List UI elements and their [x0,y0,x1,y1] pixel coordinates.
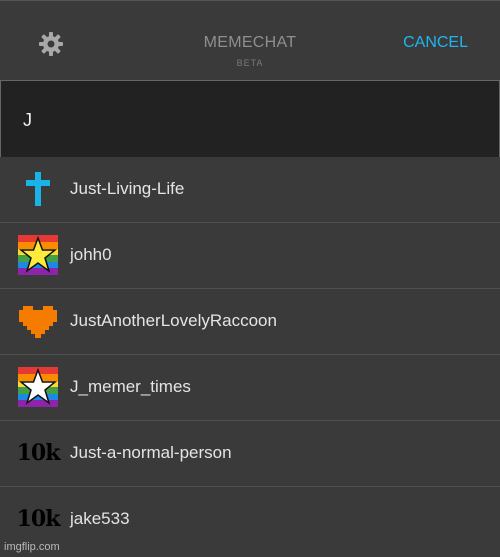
top-bar: MEMECHAT BETA CANCEL [0,0,500,81]
cancel-button[interactable]: CANCEL [403,34,468,52]
watermark: imgflip.com [4,541,60,553]
list-item[interactable]: J_memer_times [0,355,500,421]
username: jake533 [70,509,130,528]
list-item[interactable]: 10k jake533 [0,487,500,557]
rainbow-star-icon [18,367,58,407]
username: Just-Living-Life [70,179,185,198]
10k-badge-icon: 10k [16,499,61,539]
search-input[interactable] [21,107,465,133]
badge-text: 10k [16,506,61,532]
username: J_memer_times [70,377,191,396]
rainbow-star-icon [18,235,58,275]
username: johh0 [70,245,112,264]
list-item[interactable]: Just-Living-Life [0,157,500,223]
list-item[interactable]: johh0 [0,223,500,289]
username: Just-a-normal-person [70,443,232,462]
pixel-heart-icon [18,301,58,341]
cross-icon [18,169,58,209]
search-box [0,80,500,158]
app-subtitle: BETA [236,58,264,68]
list-item[interactable]: 10k Just-a-normal-person [0,421,500,487]
user-results-list: Just-Living-Life johh0 JustAnotherLovely… [0,157,500,557]
list-item[interactable]: JustAnotherLovelyRaccoon [0,289,500,355]
username: JustAnotherLovelyRaccoon [70,311,277,330]
10k-badge-icon: 10k [16,433,61,473]
badge-text: 10k [16,440,61,466]
